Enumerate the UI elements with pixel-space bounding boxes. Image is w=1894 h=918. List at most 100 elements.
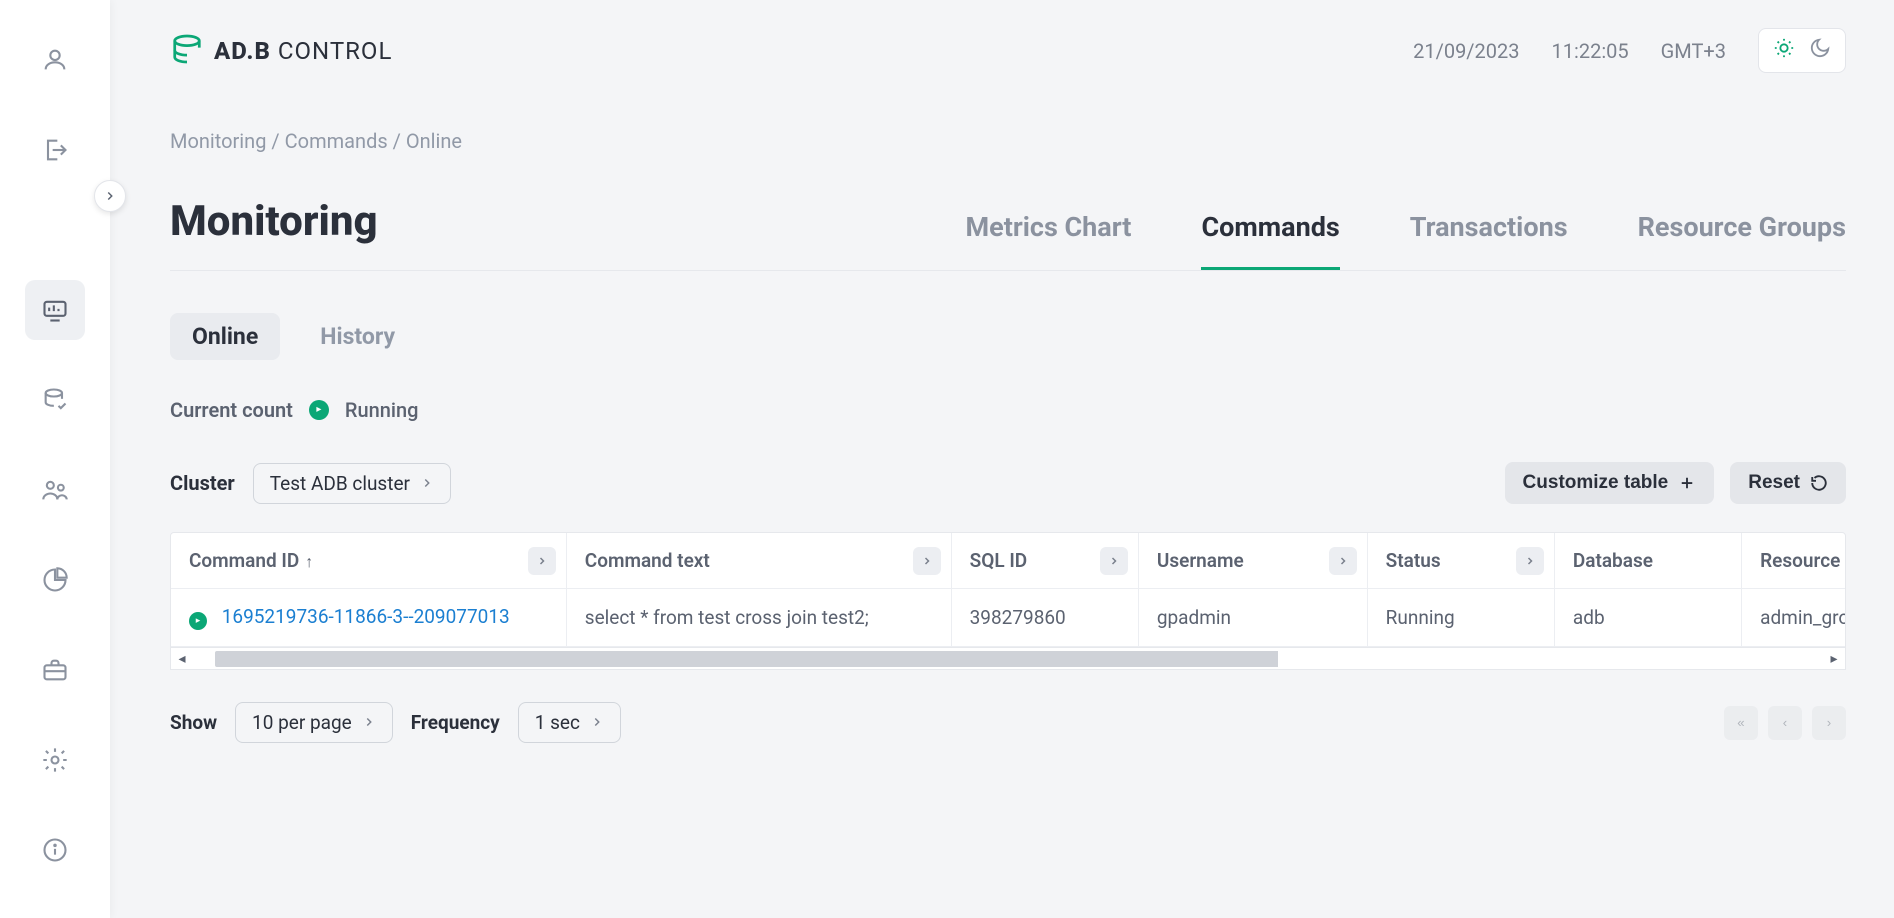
scroll-left-icon[interactable]: ◂ — [171, 651, 193, 667]
breadcrumb-sep: / — [393, 129, 406, 153]
customize-table-button[interactable]: Customize table — [1505, 462, 1715, 504]
cell-resource-group: admin_group — [1742, 589, 1846, 647]
cluster-row: Cluster Test ADB cluster Customize table… — [170, 462, 1846, 504]
briefcase-icon[interactable] — [25, 640, 85, 700]
cell-command-text: select * from test cross join test2; — [566, 589, 951, 647]
main-content: AD.B CONTROL 21/09/2023 11:22:05 GMT+3 M… — [110, 0, 1894, 918]
brand-bold: AD.B — [214, 37, 278, 65]
sidebar — [0, 0, 110, 918]
sidebar-expand-button[interactable] — [94, 180, 126, 212]
reset-label: Reset — [1748, 472, 1800, 494]
th-command-text[interactable]: Command text — [566, 533, 951, 589]
reset-button[interactable]: Reset — [1730, 462, 1846, 504]
sun-icon — [1773, 37, 1795, 64]
info-icon[interactable] — [25, 820, 85, 880]
pager: « ‹ › — [1724, 706, 1846, 740]
column-menu-button[interactable] — [1516, 547, 1544, 575]
page-prev-button[interactable]: ‹ — [1768, 706, 1802, 740]
cluster-value: Test ADB cluster — [270, 472, 410, 495]
profile-icon[interactable] — [25, 30, 85, 90]
subtab-online[interactable]: Online — [170, 313, 280, 360]
column-menu-button[interactable] — [1100, 547, 1128, 575]
subtabs: Online History — [170, 313, 1846, 360]
running-status-text: Running — [345, 398, 419, 422]
main-tabs: Metrics Chart Commands Transactions Reso… — [965, 211, 1846, 270]
breadcrumb-item[interactable]: Online — [406, 129, 462, 153]
cell-username: gpadmin — [1138, 589, 1367, 647]
th-command-id[interactable]: Command ID↑ — [171, 533, 566, 589]
brand-text: AD.B CONTROL — [214, 37, 392, 65]
table-actions: Customize table Reset — [1505, 462, 1846, 504]
moon-icon — [1809, 37, 1831, 64]
th-database[interactable]: Database — [1554, 533, 1741, 589]
database-check-icon[interactable] — [25, 370, 85, 430]
breadcrumb-item[interactable]: Monitoring — [170, 129, 266, 153]
title-row: Monitoring Metrics Chart Commands Transa… — [170, 197, 1846, 271]
th-username[interactable]: Username — [1138, 533, 1367, 589]
cell-status: Running — [1367, 589, 1554, 647]
monitoring-icon[interactable] — [25, 280, 85, 340]
scrollbar-track[interactable] — [215, 651, 1801, 667]
customize-label: Customize table — [1523, 472, 1669, 494]
horizontal-scrollbar[interactable]: ◂ ▸ — [170, 648, 1846, 670]
tab-resource-groups[interactable]: Resource Groups — [1638, 211, 1846, 270]
frequency-value: 1 sec — [535, 711, 580, 734]
cell-sql-id: 398279860 — [951, 589, 1138, 647]
running-row-icon — [189, 612, 207, 630]
command-id-link[interactable]: 1695219736-11866-3--209077013 — [222, 605, 510, 628]
brand-light: CONTROL — [278, 37, 392, 65]
current-count-row: Current count Running — [170, 398, 1846, 422]
breadcrumb: Monitoring / Commands / Online — [170, 129, 1846, 153]
cell-database: adb — [1554, 589, 1741, 647]
tab-transactions[interactable]: Transactions — [1410, 211, 1568, 270]
table-row[interactable]: 1695219736-11866-3--209077013 select * f… — [171, 589, 1846, 647]
show-label: Show — [170, 711, 217, 734]
commands-table: Command ID↑ Command text SQL ID Username — [171, 533, 1846, 647]
table-footer: Show 10 per page Frequency 1 sec « ‹ › — [170, 702, 1846, 743]
column-menu-button[interactable] — [913, 547, 941, 575]
plus-icon — [1678, 474, 1696, 492]
chevron-right-icon — [362, 711, 376, 734]
chevron-right-icon — [590, 711, 604, 734]
column-menu-button[interactable] — [1329, 547, 1357, 575]
brand: AD.B CONTROL — [170, 34, 392, 68]
footer-left: Show 10 per page Frequency 1 sec — [170, 702, 621, 743]
th-sql-id[interactable]: SQL ID — [951, 533, 1138, 589]
sort-ascending-icon: ↑ — [305, 552, 313, 571]
frequency-label: Frequency — [411, 711, 500, 734]
page-title: Monitoring — [170, 197, 378, 246]
page-next-button[interactable]: › — [1812, 706, 1846, 740]
cluster-left: Cluster Test ADB cluster — [170, 463, 451, 504]
cell-command-id: 1695219736-11866-3--209077013 — [171, 589, 566, 647]
frequency-select[interactable]: 1 sec — [518, 702, 621, 743]
column-menu-button[interactable] — [528, 547, 556, 575]
theme-toggle[interactable] — [1758, 28, 1846, 73]
header-right: 21/09/2023 11:22:05 GMT+3 — [1413, 28, 1846, 73]
logout-icon[interactable] — [25, 120, 85, 180]
running-status-icon — [309, 400, 329, 420]
header-time: 11:22:05 — [1552, 39, 1629, 63]
users-icon[interactable] — [25, 460, 85, 520]
tab-metrics-chart[interactable]: Metrics Chart — [965, 211, 1131, 270]
tab-commands[interactable]: Commands — [1201, 211, 1339, 270]
table-wrap: Command ID↑ Command text SQL ID Username — [170, 532, 1846, 648]
chevron-right-icon — [420, 472, 434, 495]
scroll-right-icon[interactable]: ▸ — [1823, 651, 1845, 667]
page-first-button[interactable]: « — [1724, 706, 1758, 740]
page-size-select[interactable]: 10 per page — [235, 702, 393, 743]
piechart-icon[interactable] — [25, 550, 85, 610]
th-status[interactable]: Status — [1367, 533, 1554, 589]
cluster-select[interactable]: Test ADB cluster — [253, 463, 451, 504]
cluster-label: Cluster — [170, 471, 235, 495]
settings-icon[interactable] — [25, 730, 85, 790]
page-size-value: 10 per page — [252, 711, 352, 734]
breadcrumb-item[interactable]: Commands — [285, 129, 388, 153]
subtab-history[interactable]: History — [298, 313, 417, 360]
th-resource-group[interactable]: Resource Group — [1742, 533, 1846, 589]
header-date: 21/09/2023 — [1413, 39, 1519, 63]
current-count-label: Current count — [170, 398, 293, 422]
table-header-row: Command ID↑ Command text SQL ID Username — [171, 533, 1846, 589]
breadcrumb-sep: / — [271, 129, 284, 153]
brand-logo-icon — [170, 34, 204, 68]
header-tz: GMT+3 — [1661, 39, 1726, 63]
